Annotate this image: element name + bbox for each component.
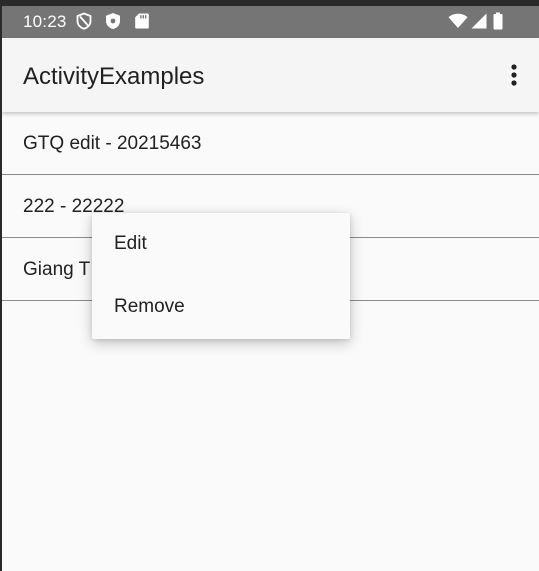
wifi-icon (448, 13, 468, 28)
list-item[interactable]: GTQ edit - 20215463 (2, 112, 539, 175)
list-item-label: GTQ edit - 20215463 (23, 133, 202, 154)
battery-icon (493, 12, 503, 30)
signal-icon (471, 13, 487, 29)
status-time: 10:23 (23, 12, 67, 31)
phone-screen: 10:23 ActivityExamples GTQ edit - 202154… (2, 6, 539, 571)
status-bar: 10:23 (2, 6, 539, 38)
app-bar: ActivityExamples (2, 38, 539, 112)
data-saver-icon (76, 12, 92, 30)
list-item-label: Giang T (23, 259, 91, 280)
menu-item-label: Edit (114, 233, 147, 254)
menu-item-edit[interactable]: Edit (92, 213, 350, 276)
more-vert-icon (511, 64, 517, 86)
app-title: ActivityExamples (23, 63, 205, 90)
menu-item-remove[interactable]: Remove (92, 276, 350, 339)
sd-card-icon (135, 13, 149, 29)
context-menu: Edit Remove (92, 213, 350, 339)
shield-icon (106, 13, 120, 29)
menu-item-label: Remove (114, 296, 185, 317)
overflow-menu-button[interactable] (503, 60, 525, 90)
